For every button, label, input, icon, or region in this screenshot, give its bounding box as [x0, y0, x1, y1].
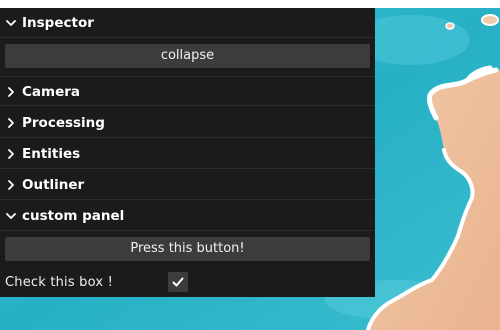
collapse-button[interactable]: collapse: [5, 44, 370, 68]
chevron-down-icon: [6, 213, 16, 219]
checkbox-label: Check this box !: [5, 275, 114, 290]
app-viewport: Inspector collapse Camera Processing Ent…: [0, 0, 500, 330]
chevron-right-icon: [8, 87, 14, 97]
chevron-down-icon: [6, 20, 16, 26]
section-entities[interactable]: Entities: [0, 139, 375, 169]
section-entities-label: Entities: [22, 146, 81, 162]
press-button[interactable]: Press this button!: [5, 237, 370, 261]
section-camera-label: Camera: [22, 84, 81, 100]
checkmark-icon: [172, 277, 184, 287]
chevron-right-icon: [8, 180, 14, 190]
inspector-header[interactable]: Inspector: [0, 8, 375, 38]
section-outliner[interactable]: Outliner: [0, 170, 375, 200]
section-camera[interactable]: Camera: [0, 76, 375, 106]
check-this-box-checkbox[interactable]: [168, 272, 188, 292]
custom-panel-header[interactable]: custom panel: [0, 201, 375, 231]
inspector-title: Inspector: [22, 15, 94, 31]
custom-panel-title: custom panel: [22, 208, 125, 224]
checkbox-row: Check this box !: [0, 269, 375, 297]
section-outliner-label: Outliner: [22, 177, 85, 193]
chevron-right-icon: [8, 118, 14, 128]
chevron-right-icon: [8, 149, 14, 159]
inspector-panel: Inspector collapse Camera Processing Ent…: [0, 8, 375, 297]
section-processing-label: Processing: [22, 115, 105, 131]
section-processing[interactable]: Processing: [0, 108, 375, 138]
